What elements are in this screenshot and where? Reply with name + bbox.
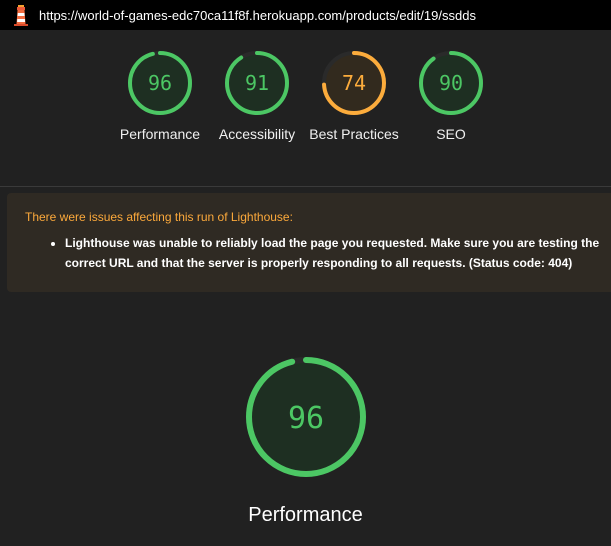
gauge-score: 91 <box>245 71 269 95</box>
gauge-label: Performance <box>119 126 201 142</box>
page-url[interactable]: https://world-of-games-edc70ca11f8f.hero… <box>39 8 476 23</box>
main-gauge-ring: 96 <box>245 357 366 477</box>
gauge-ring: 90 <box>419 51 483 115</box>
main-gauge-performance: 96 Performance <box>0 356 611 527</box>
gauge-label: SEO <box>436 126 466 142</box>
top-bar: https://world-of-games-edc70ca11f8f.hero… <box>0 0 611 30</box>
warning-title: There were issues affecting this run of … <box>25 210 293 224</box>
gauge-score: 90 <box>439 71 463 95</box>
gauge-score: 96 <box>148 71 172 95</box>
gauge-accessibility[interactable]: 91 Accessibility <box>209 30 306 186</box>
warning-list: Lighthouse was unable to reliably load t… <box>25 233 611 273</box>
lighthouse-logo-icon <box>11 4 31 26</box>
gauge-seo[interactable]: 90 SEO <box>403 30 500 186</box>
gauge-label: Accessibility <box>218 126 296 142</box>
warning-box: There were issues affecting this run of … <box>7 193 611 292</box>
score-gauges: 96 Performance 91 Accessibility 74 Best … <box>0 30 611 186</box>
gauge-best-practices[interactable]: 74 Best Practices <box>306 30 403 186</box>
gauge-ring: 74 <box>322 51 386 115</box>
main-gauge-label: Performance <box>248 504 363 526</box>
warning-item: Lighthouse was unable to reliably load t… <box>65 233 611 273</box>
gauge-performance[interactable]: 96 Performance <box>112 30 209 186</box>
main-gauge-score: 96 <box>287 401 323 436</box>
gauge-score: 74 <box>342 71 366 95</box>
gauge-ring: 96 <box>128 51 192 115</box>
divider <box>0 186 611 187</box>
gauge-ring: 91 <box>225 51 289 115</box>
gauge-label: Best Practices <box>309 126 399 142</box>
